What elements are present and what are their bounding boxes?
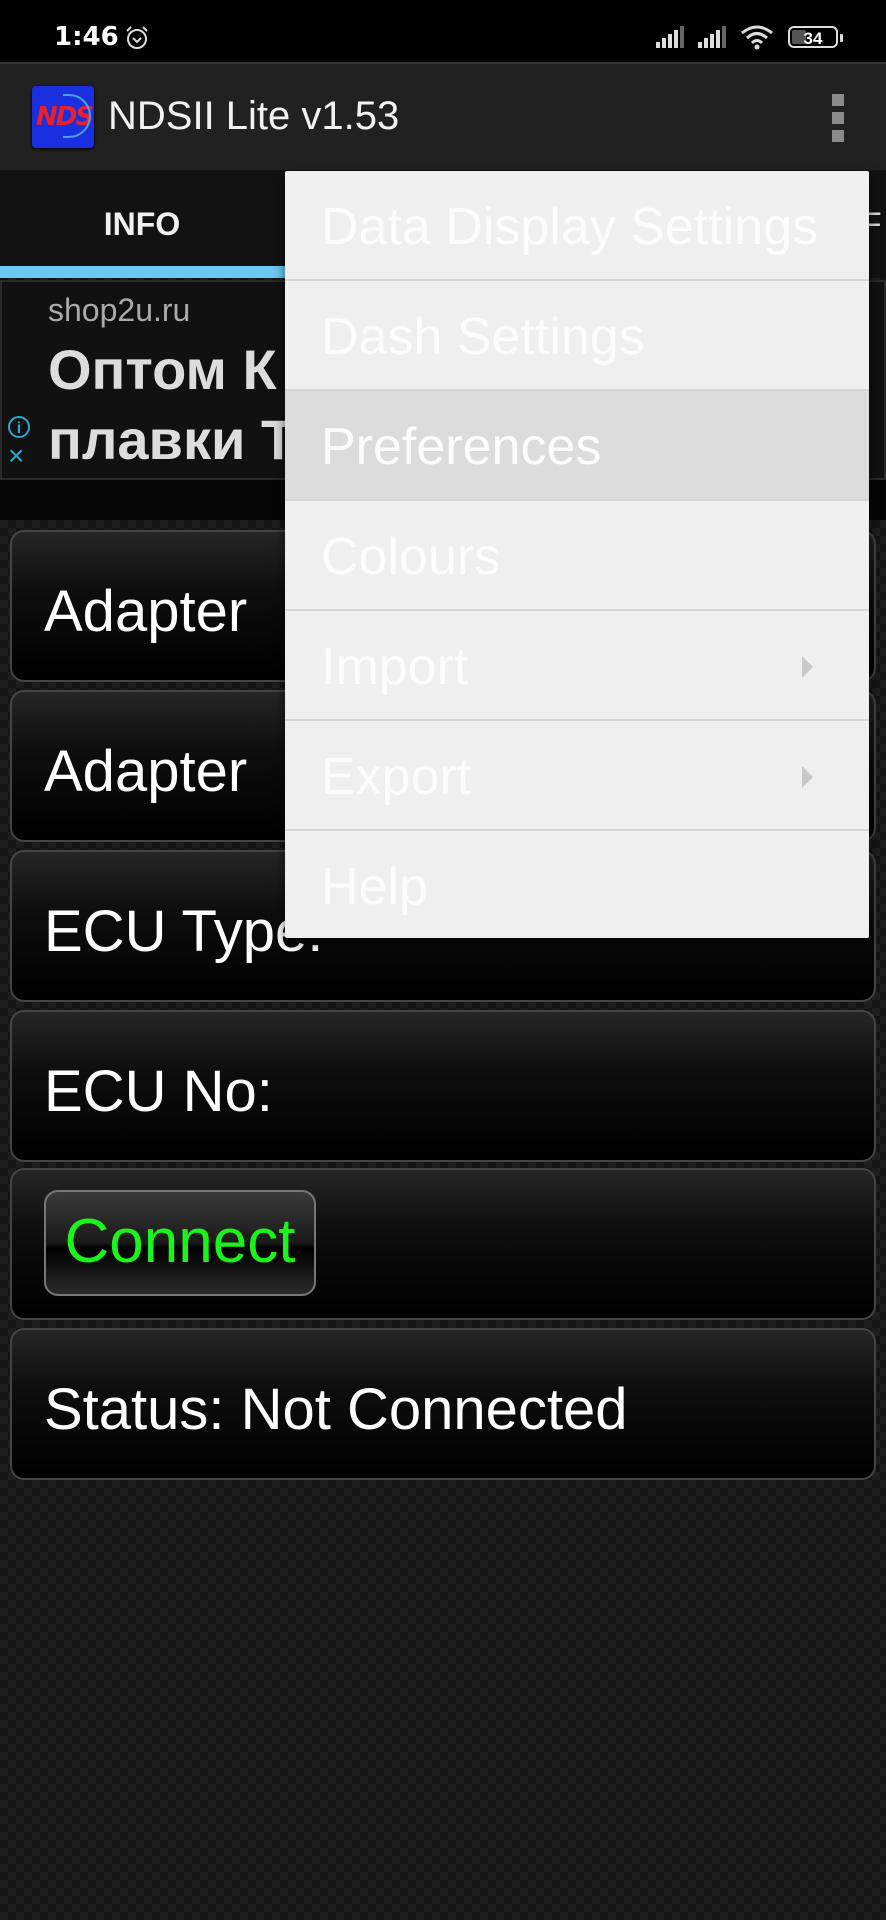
menu-item-label: Data Display Settings (321, 198, 819, 256)
overflow-menu: Data Display Settings Dash Settings Pref… (285, 171, 869, 938)
ecu-type-label: ECU Type: (44, 899, 324, 964)
ad-info-icon[interactable]: i (8, 416, 30, 438)
app-bar: NDS NDSII Lite v1.53 (0, 62, 886, 170)
menu-item-import[interactable]: Import (285, 611, 869, 721)
status-label: Status: Not Connected (44, 1377, 628, 1442)
ecu-no-row: ECU No: (10, 1010, 876, 1162)
tab-info[interactable]: INFO (0, 170, 284, 278)
alarm-clock-icon (126, 26, 148, 49)
ad-headline-1: Оптом К (48, 338, 277, 401)
menu-item-dash-settings[interactable]: Dash Settings (285, 281, 869, 391)
status-time: 1:46 (54, 22, 119, 52)
adapter-label: Adapter (44, 579, 248, 644)
menu-item-help[interactable]: Help (285, 831, 869, 941)
status-icons: 34 (656, 24, 843, 50)
menu-item-label: Preferences (321, 418, 602, 476)
ad-headline-2: плавки Т (48, 408, 296, 471)
tab-indicator (0, 266, 286, 278)
wifi-icon (741, 25, 773, 50)
menu-item-label: Dash Settings (321, 308, 645, 366)
menu-item-label: Colours (321, 528, 501, 586)
menu-item-data-display-settings[interactable]: Data Display Settings (285, 171, 869, 281)
status-row: Status: Not Connected (10, 1328, 876, 1480)
adapter-label-2: Adapter (44, 739, 248, 804)
ad-close-icon[interactable]: × (8, 442, 24, 470)
battery-icon: 34 (788, 26, 843, 48)
submenu-arrow-icon (802, 656, 813, 678)
menu-item-export[interactable]: Export (285, 721, 869, 831)
ad-domain: shop2u.ru (48, 292, 191, 328)
menu-item-colours[interactable]: Colours (285, 501, 869, 611)
app-title: NDSII Lite v1.53 (108, 94, 400, 138)
submenu-arrow-icon (802, 766, 813, 788)
connect-row: Connect (10, 1168, 876, 1320)
app-logo-icon: NDS (32, 86, 94, 148)
menu-item-label: Export (321, 748, 472, 806)
menu-item-label: Help (321, 858, 428, 916)
status-bar: 1:46 34 (0, 0, 886, 62)
cell-signal-icon (698, 26, 726, 48)
ecu-no-label: ECU No: (44, 1059, 273, 1124)
battery-level: 34 (803, 29, 823, 48)
more-vert-icon[interactable] (832, 94, 846, 142)
cell-signal-icon (656, 26, 684, 48)
menu-item-preferences[interactable]: Preferences (285, 391, 869, 501)
menu-item-label: Import (321, 638, 469, 696)
connect-button[interactable]: Connect (44, 1190, 316, 1296)
